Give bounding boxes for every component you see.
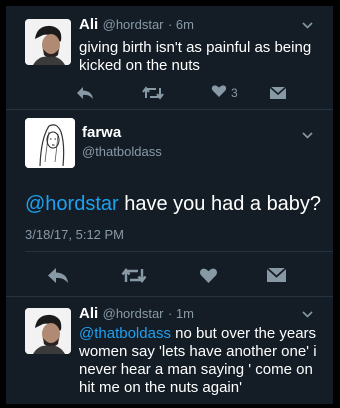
tweet-2[interactable]: farwa @thatboldass @hordstar have you ha… — [6, 110, 333, 296]
timeline: Ali @hordstar · 6m giving birth isn't as… — [6, 6, 333, 404]
mention-link[interactable]: @hordstar — [25, 193, 119, 215]
avatar-ali[interactable] — [25, 308, 71, 354]
author-name[interactable]: farwa — [82, 124, 121, 141]
author-handle[interactable]: @hordstar — [103, 17, 164, 32]
author-name[interactable]: Ali — [79, 16, 98, 33]
author-handle[interactable]: @hordstar — [103, 306, 164, 321]
tweet-3[interactable]: Ali @hordstar · 1m @thatboldass no but o… — [6, 297, 333, 404]
tweet-text: @hordstar have you had a baby? — [25, 192, 325, 216]
like-icon[interactable] — [211, 84, 227, 103]
dm-icon[interactable] — [269, 81, 287, 105]
tweet-text: giving birth isn't as painful as being k… — [79, 39, 312, 74]
dm-icon[interactable] — [266, 263, 287, 287]
reply-icon[interactable] — [76, 81, 94, 105]
tweet-text: @thatboldass no but over the years women… — [79, 325, 324, 397]
reply-icon[interactable] — [47, 263, 69, 287]
avatar-farwa[interactable] — [25, 118, 75, 168]
retweet-icon[interactable] — [121, 263, 147, 287]
author-name[interactable]: Ali — [79, 305, 98, 322]
mention-link[interactable]: @thatboldass — [79, 325, 171, 342]
avatar-ali[interactable] — [25, 19, 71, 65]
tweet-3-header: Ali @hordstar · 1m — [79, 305, 194, 323]
like-button[interactable]: 3 — [211, 81, 238, 105]
divider — [25, 251, 333, 252]
like-count: 3 — [231, 86, 238, 100]
tweet-time: · 6m — [167, 17, 194, 32]
tweet-1[interactable]: Ali @hordstar · 6m giving birth isn't as… — [6, 6, 333, 109]
author-handle[interactable]: @thatboldass — [82, 144, 162, 159]
tweet-text-body: have you had a baby? — [118, 193, 322, 215]
chevron-down-icon[interactable] — [302, 20, 313, 32]
tweet-1-actions: 3 — [6, 81, 333, 105]
chevron-down-icon[interactable] — [302, 309, 313, 321]
tweet-timestamp: 3/18/17, 5:12 PM — [25, 227, 125, 242]
chevron-down-icon[interactable] — [302, 130, 313, 142]
tweet-1-header: Ali @hordstar · 6m — [79, 16, 194, 34]
tweet-2-actions — [6, 263, 333, 287]
like-icon[interactable] — [199, 263, 218, 287]
tweet-time: · 1m — [167, 306, 194, 321]
retweet-icon[interactable] — [142, 81, 164, 105]
